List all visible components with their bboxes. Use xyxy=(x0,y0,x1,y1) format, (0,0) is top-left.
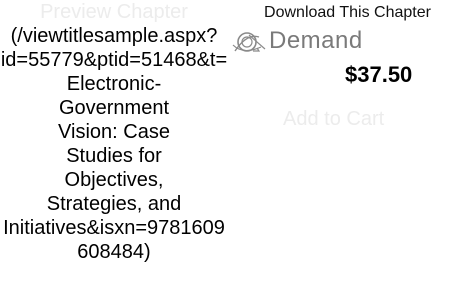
download-chapter-heading: Download This Chapter xyxy=(264,4,431,21)
ondemand-logo-text: Demand xyxy=(269,27,363,54)
chapter-price: $37.50 xyxy=(345,62,413,87)
add-to-cart-button[interactable]: Add to Cart xyxy=(283,107,384,131)
preview-chapter-label: Preview Chapter xyxy=(40,1,188,23)
preview-chapter-url-text: (/viewtitlesample.aspx? id=55779&ptid=51… xyxy=(0,25,228,263)
preview-chapter-link[interactable]: Preview Chapter (/viewtitlesample.aspx? … xyxy=(0,0,228,264)
ondemand-logo: Demand xyxy=(229,27,399,59)
ondemand-purchase-box: Download This Chapter Demand $37.50 Add … xyxy=(225,3,470,153)
ondemand-logo-icon xyxy=(232,32,266,52)
